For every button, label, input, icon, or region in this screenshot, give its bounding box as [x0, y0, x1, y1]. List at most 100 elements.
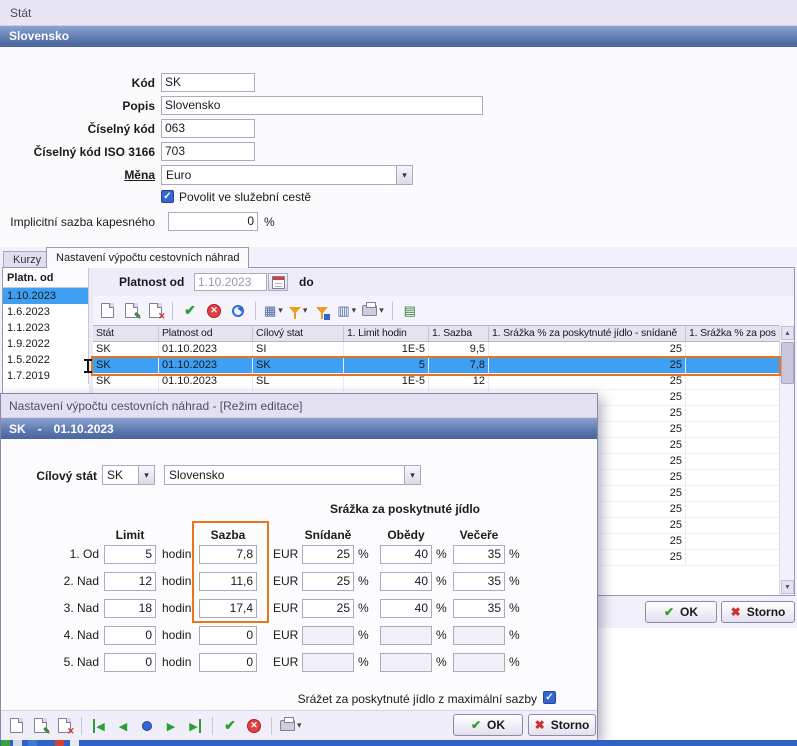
allow-business-trip-checkbox[interactable]: [161, 190, 174, 203]
column-header-srazka-snidane[interactable]: 1. Srážka % za poskytnuté jídlo - snídan…: [489, 326, 686, 341]
target-country-name-combo[interactable]: Slovensko: [164, 465, 421, 485]
view-dropdown-button[interactable]: [263, 300, 284, 322]
column-header-limit-hodin[interactable]: 1. Limit hodin: [344, 326, 429, 341]
table-row[interactable]: SK 01.10.2023 SI 1E-5 9,5 25: [93, 342, 779, 358]
list-item[interactable]: 1.7.2019: [3, 368, 89, 384]
code-field[interactable]: SK: [161, 73, 255, 92]
storno-button[interactable]: Storno: [721, 601, 795, 623]
list-item[interactable]: 1.1.2023: [3, 320, 89, 336]
print-dropdown-button[interactable]: [361, 300, 385, 322]
column-header-platnost-od[interactable]: Platnost od: [159, 326, 253, 341]
delete-x-icon: [67, 727, 75, 736]
dinner-field[interactable]: 35: [453, 572, 505, 591]
scroll-down-icon[interactable]: [781, 580, 794, 594]
list-item[interactable]: 1.5.2022: [3, 352, 89, 368]
accept-button[interactable]: [180, 300, 200, 322]
delete-record-button[interactable]: [145, 300, 165, 322]
table-row[interactable]: SK 01.10.2023 SL 1E-5 12 25: [93, 374, 779, 390]
breakfast-field[interactable]: 25: [302, 545, 354, 564]
columns-dropdown-button[interactable]: [336, 300, 357, 322]
limit-field[interactable]: 12: [104, 572, 156, 591]
currency-combo[interactable]: Euro: [161, 165, 413, 185]
export-button[interactable]: [400, 300, 420, 322]
breakfast-field[interactable]: 25: [302, 599, 354, 618]
filter-dropdown-button[interactable]: [288, 300, 309, 322]
validity-from-field[interactable]: 1.10.2023: [194, 273, 267, 291]
list-item[interactable]: 1.9.2022: [3, 336, 89, 352]
lunch-column-header: Obědy: [380, 526, 432, 545]
scroll-up-icon[interactable]: [781, 326, 794, 340]
last-record-button[interactable]: [185, 715, 205, 737]
list-item[interactable]: 1.10.2023: [3, 288, 89, 304]
tab-kurzy[interactable]: Kurzy: [3, 251, 51, 268]
columns-icon: [337, 304, 349, 317]
toolbar-separator: [392, 302, 393, 320]
pocket-money-rate-field[interactable]: 0: [168, 212, 258, 231]
next-record-icon: [167, 719, 175, 733]
dialog-ok-button[interactable]: OK: [453, 714, 523, 736]
rate-field[interactable]: 11,6: [199, 572, 257, 591]
column-header-sazba[interactable]: 1. Sazba: [429, 326, 489, 341]
chevron-down-icon[interactable]: [404, 466, 420, 484]
edit-document-icon: [34, 718, 47, 733]
cancel-button[interactable]: [244, 715, 264, 737]
current-record-button[interactable]: [137, 715, 157, 737]
refresh-button[interactable]: [228, 300, 248, 322]
delete-record-button[interactable]: [54, 715, 74, 737]
limit-field[interactable]: 18: [104, 599, 156, 618]
target-country-code-combo[interactable]: SK: [102, 465, 155, 485]
next-record-button[interactable]: [161, 715, 181, 737]
new-record-button[interactable]: [97, 300, 117, 322]
column-header-stat[interactable]: Stát: [93, 326, 159, 341]
numeric-code-field[interactable]: 063: [161, 119, 255, 138]
scrollbar-thumb[interactable]: [781, 342, 794, 384]
lunch-field[interactable]: 40: [380, 545, 432, 564]
column-header-srazka-next[interactable]: 1. Srážka % za pos: [686, 326, 779, 341]
column-header-cilovy-stat[interactable]: Cílový stat: [253, 326, 344, 341]
accept-button[interactable]: [220, 715, 240, 737]
cell-srazka-next: [686, 342, 779, 358]
max-rate-checkbox[interactable]: [543, 691, 556, 704]
rate-field[interactable]: 7,8: [199, 545, 257, 564]
limit-field[interactable]: 0: [104, 626, 156, 645]
dialog-storno-button[interactable]: Storno: [528, 714, 596, 736]
rate-field[interactable]: 0: [199, 626, 257, 645]
cell-sazba: 12: [429, 374, 489, 390]
rate-field[interactable]: 0: [199, 653, 257, 672]
rate-field[interactable]: 17,4: [199, 599, 257, 618]
limit-field[interactable]: 5: [104, 545, 156, 564]
currency-label[interactable]: Měna: [0, 166, 155, 185]
validity-date-column-header[interactable]: Platn. od: [3, 268, 89, 288]
description-field[interactable]: Slovensko: [161, 96, 483, 115]
cancel-button[interactable]: [204, 300, 224, 322]
ok-button[interactable]: OK: [645, 601, 717, 623]
toolbar-separator: [271, 717, 272, 735]
iso-code-field[interactable]: 703: [161, 142, 255, 161]
lunch-field[interactable]: 40: [380, 599, 432, 618]
lunch-field[interactable]: 40: [380, 572, 432, 591]
lunch-field[interactable]: [380, 653, 432, 672]
previous-record-button[interactable]: [113, 715, 133, 737]
dinner-field[interactable]: 35: [453, 545, 505, 564]
dinner-field[interactable]: [453, 626, 505, 645]
chevron-down-icon[interactable]: [396, 166, 412, 184]
dinner-field[interactable]: [453, 653, 505, 672]
breakfast-field[interactable]: 25: [302, 572, 354, 591]
list-item[interactable]: 1.6.2023: [3, 304, 89, 320]
print-dropdown-button[interactable]: [279, 715, 303, 737]
new-record-button[interactable]: [6, 715, 26, 737]
tab-nastaveni-nahrad[interactable]: Nastavení výpočtu cestovních náhrad: [46, 247, 249, 268]
lunch-field[interactable]: [380, 626, 432, 645]
dinner-field[interactable]: 35: [453, 599, 505, 618]
edit-record-button[interactable]: [121, 300, 141, 322]
table-row-selected[interactable]: SK 01.10.2023 SK 5 7,8 25: [93, 358, 779, 374]
edit-record-button[interactable]: [30, 715, 50, 737]
limit-field[interactable]: 0: [104, 653, 156, 672]
quick-filter-button[interactable]: [312, 300, 332, 322]
first-record-button[interactable]: [89, 715, 109, 737]
chevron-down-icon[interactable]: [138, 466, 154, 484]
calendar-button[interactable]: [268, 273, 288, 291]
breakfast-field[interactable]: [302, 626, 354, 645]
breakfast-field[interactable]: [302, 653, 354, 672]
vertical-scrollbar[interactable]: [779, 325, 794, 595]
